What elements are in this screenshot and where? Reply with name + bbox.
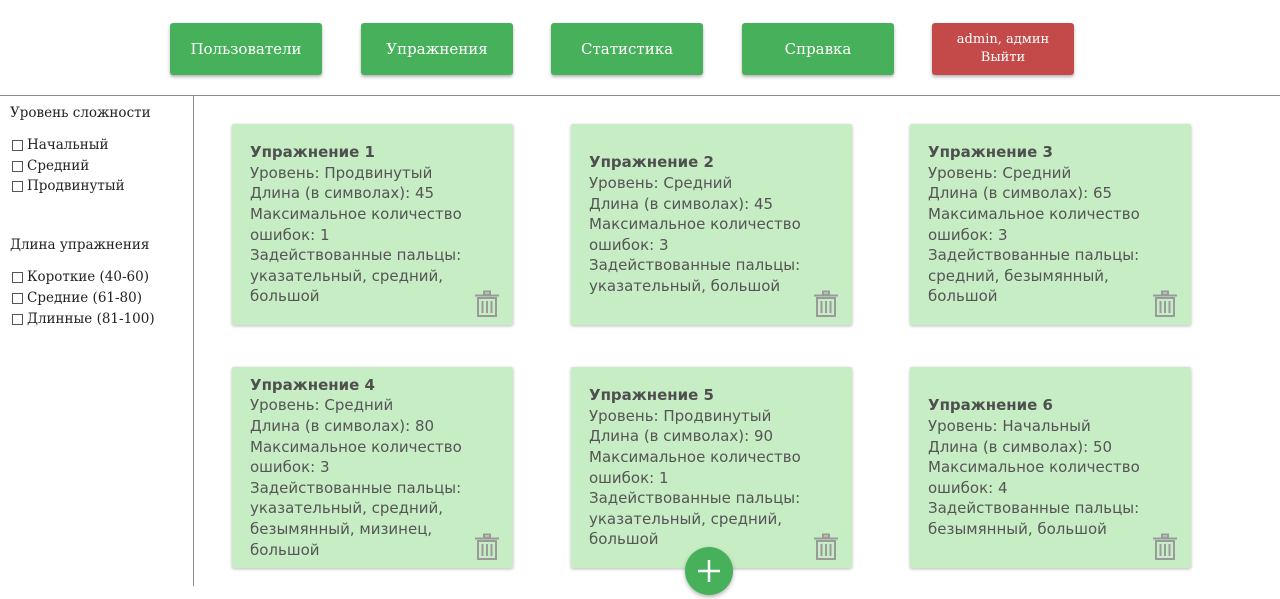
exercise-fingers-value: указательный, средний, (589, 509, 783, 528)
checkbox[interactable] (12, 313, 23, 325)
exercise-length: Длина (в символах): 45 (589, 194, 774, 213)
exercise-max-errors-value: ошибок: 1 (250, 225, 330, 244)
level-filter-beginner[interactable]: Начальный (12, 137, 108, 153)
exercise-title: Упражнение 2 (589, 153, 714, 172)
exercise-max-errors-value: ошибок: 3 (928, 225, 1008, 244)
exercise-max-errors: Максимальное количество (928, 204, 1140, 223)
exercise-level: Уровень: Средний (250, 396, 394, 415)
length-filter-title: Длина упражнения (10, 237, 150, 253)
exercise-card[interactable]: Упражнение 6 Уровень: Начальный Длина (в… (910, 367, 1191, 568)
exercise-fingers: Задействованные пальцы: (589, 256, 801, 275)
exercise-length: Длина (в символах): 50 (928, 437, 1113, 456)
exercise-fingers-value: большой (250, 540, 320, 559)
statistics-button[interactable]: Статистика (551, 23, 703, 75)
checkbox[interactable] (12, 180, 23, 192)
exercise-length: Длина (в символах): 80 (250, 417, 435, 436)
exercise-max-errors-value: ошибок: 4 (928, 478, 1008, 497)
exercise-fingers-value: большой (928, 287, 998, 306)
exercise-length: Длина (в символах): 45 (250, 184, 435, 203)
filter-sidebar: Уровень сложности Начальный Средний Прод… (0, 96, 194, 586)
length-filter-long[interactable]: Длинные (81-100) (12, 311, 155, 327)
exercise-max-errors: Максимальное количество (250, 204, 462, 223)
exercise-max-errors: Максимальное количество (928, 458, 1140, 477)
exercise-max-errors: Максимальное количество (589, 215, 801, 234)
exercise-fingers-value: безымянный, мизинец, (250, 519, 433, 538)
exercise-card[interactable]: Упражнение 1 Уровень: Продвинутый Длина … (232, 124, 513, 325)
filter-option-label: Короткие (40-60) (27, 269, 149, 285)
exercise-max-errors-value: ошибок: 3 (250, 458, 330, 477)
trash-icon[interactable] (812, 290, 840, 318)
exercise-fingers-value: указательный, средний, (250, 266, 444, 285)
exercise-level: Уровень: Средний (589, 174, 733, 193)
exercise-fingers: Задействованные пальцы: (250, 478, 462, 497)
length-filter-short[interactable]: Короткие (40-60) (12, 269, 149, 285)
checkbox[interactable] (12, 160, 23, 172)
exercise-fingers-value: указательный, средний, (250, 499, 444, 518)
filter-option-label: Средние (61-80) (27, 290, 143, 306)
logout-label: Выйти (980, 50, 1026, 65)
exercise-level: Уровень: Средний (928, 163, 1072, 182)
logout-button[interactable]: admin, админ Выйти (932, 23, 1074, 75)
checkbox[interactable] (12, 271, 23, 283)
filter-option-label: Начальный (27, 137, 109, 153)
exercise-fingers: Задействованные пальцы: (928, 246, 1140, 265)
exercise-max-errors: Максимальное количество (250, 437, 462, 456)
exercise-fingers-value: большой (250, 287, 320, 306)
trash-icon[interactable] (812, 533, 840, 561)
exercise-max-errors: Максимальное количество (589, 447, 801, 466)
exercises-button[interactable]: Упражнения (361, 23, 513, 75)
exercise-title: Упражнение 4 (250, 375, 375, 394)
filter-option-label: Длинные (81-100) (27, 311, 155, 327)
exercise-length: Длина (в символах): 90 (589, 427, 774, 446)
trash-icon[interactable] (473, 290, 501, 318)
plus-icon (698, 560, 720, 582)
exercise-max-errors-value: ошибок: 3 (589, 235, 669, 254)
exercise-fingers: Задействованные пальцы: (250, 246, 462, 265)
exercise-card[interactable]: Упражнение 5 Уровень: Продвинутый Длина … (571, 367, 852, 568)
exercise-max-errors-value: ошибок: 1 (589, 468, 669, 487)
exercise-level: Уровень: Продвинутый (250, 163, 433, 182)
filter-option-label: Продвинутый (27, 178, 125, 194)
trash-icon[interactable] (1151, 290, 1179, 318)
exercise-title: Упражнение 1 (250, 143, 375, 162)
exercise-length: Длина (в символах): 65 (928, 184, 1113, 203)
trash-icon[interactable] (1151, 533, 1179, 561)
users-button[interactable]: Пользователи (170, 23, 322, 75)
current-user-label: admin, админ (956, 32, 1050, 47)
exercise-fingers-value: средний, безымянный, (928, 266, 1109, 285)
exercise-card[interactable]: Упражнение 3 Уровень: Средний Длина (в с… (910, 124, 1191, 325)
level-filter-title: Уровень сложности (10, 105, 151, 121)
checkbox[interactable] (12, 292, 23, 304)
exercise-level: Уровень: Продвинутый (589, 406, 772, 425)
filter-option-label: Средний (27, 158, 90, 174)
exercise-fingers: Задействованные пальцы: (928, 499, 1140, 518)
checkbox[interactable] (12, 139, 23, 151)
length-filter-medium[interactable]: Средние (61-80) (12, 290, 142, 306)
exercise-fingers: Задействованные пальцы: (589, 489, 801, 508)
add-exercise-button[interactable] (685, 547, 733, 595)
exercise-fingers-value: указательный, большой (589, 276, 781, 295)
exercise-card[interactable]: Упражнение 4 Уровень: Средний Длина (в с… (232, 367, 513, 568)
exercise-card[interactable]: Упражнение 2 Уровень: Средний Длина (в с… (571, 124, 852, 325)
level-filter-intermediate[interactable]: Средний (12, 158, 89, 174)
exercise-level: Уровень: Начальный (928, 417, 1091, 436)
top-navigation: Пользователи Упражнения Статистика Справ… (0, 0, 1280, 96)
level-filter-advanced[interactable]: Продвинутый (12, 178, 125, 194)
exercise-fingers-value: безымянный, большой (928, 519, 1107, 538)
exercise-title: Упражнение 6 (928, 396, 1053, 415)
exercise-title: Упражнение 3 (928, 143, 1053, 162)
exercise-title: Упражнение 5 (589, 386, 714, 405)
trash-icon[interactable] (473, 533, 501, 561)
help-button[interactable]: Справка (742, 23, 894, 75)
